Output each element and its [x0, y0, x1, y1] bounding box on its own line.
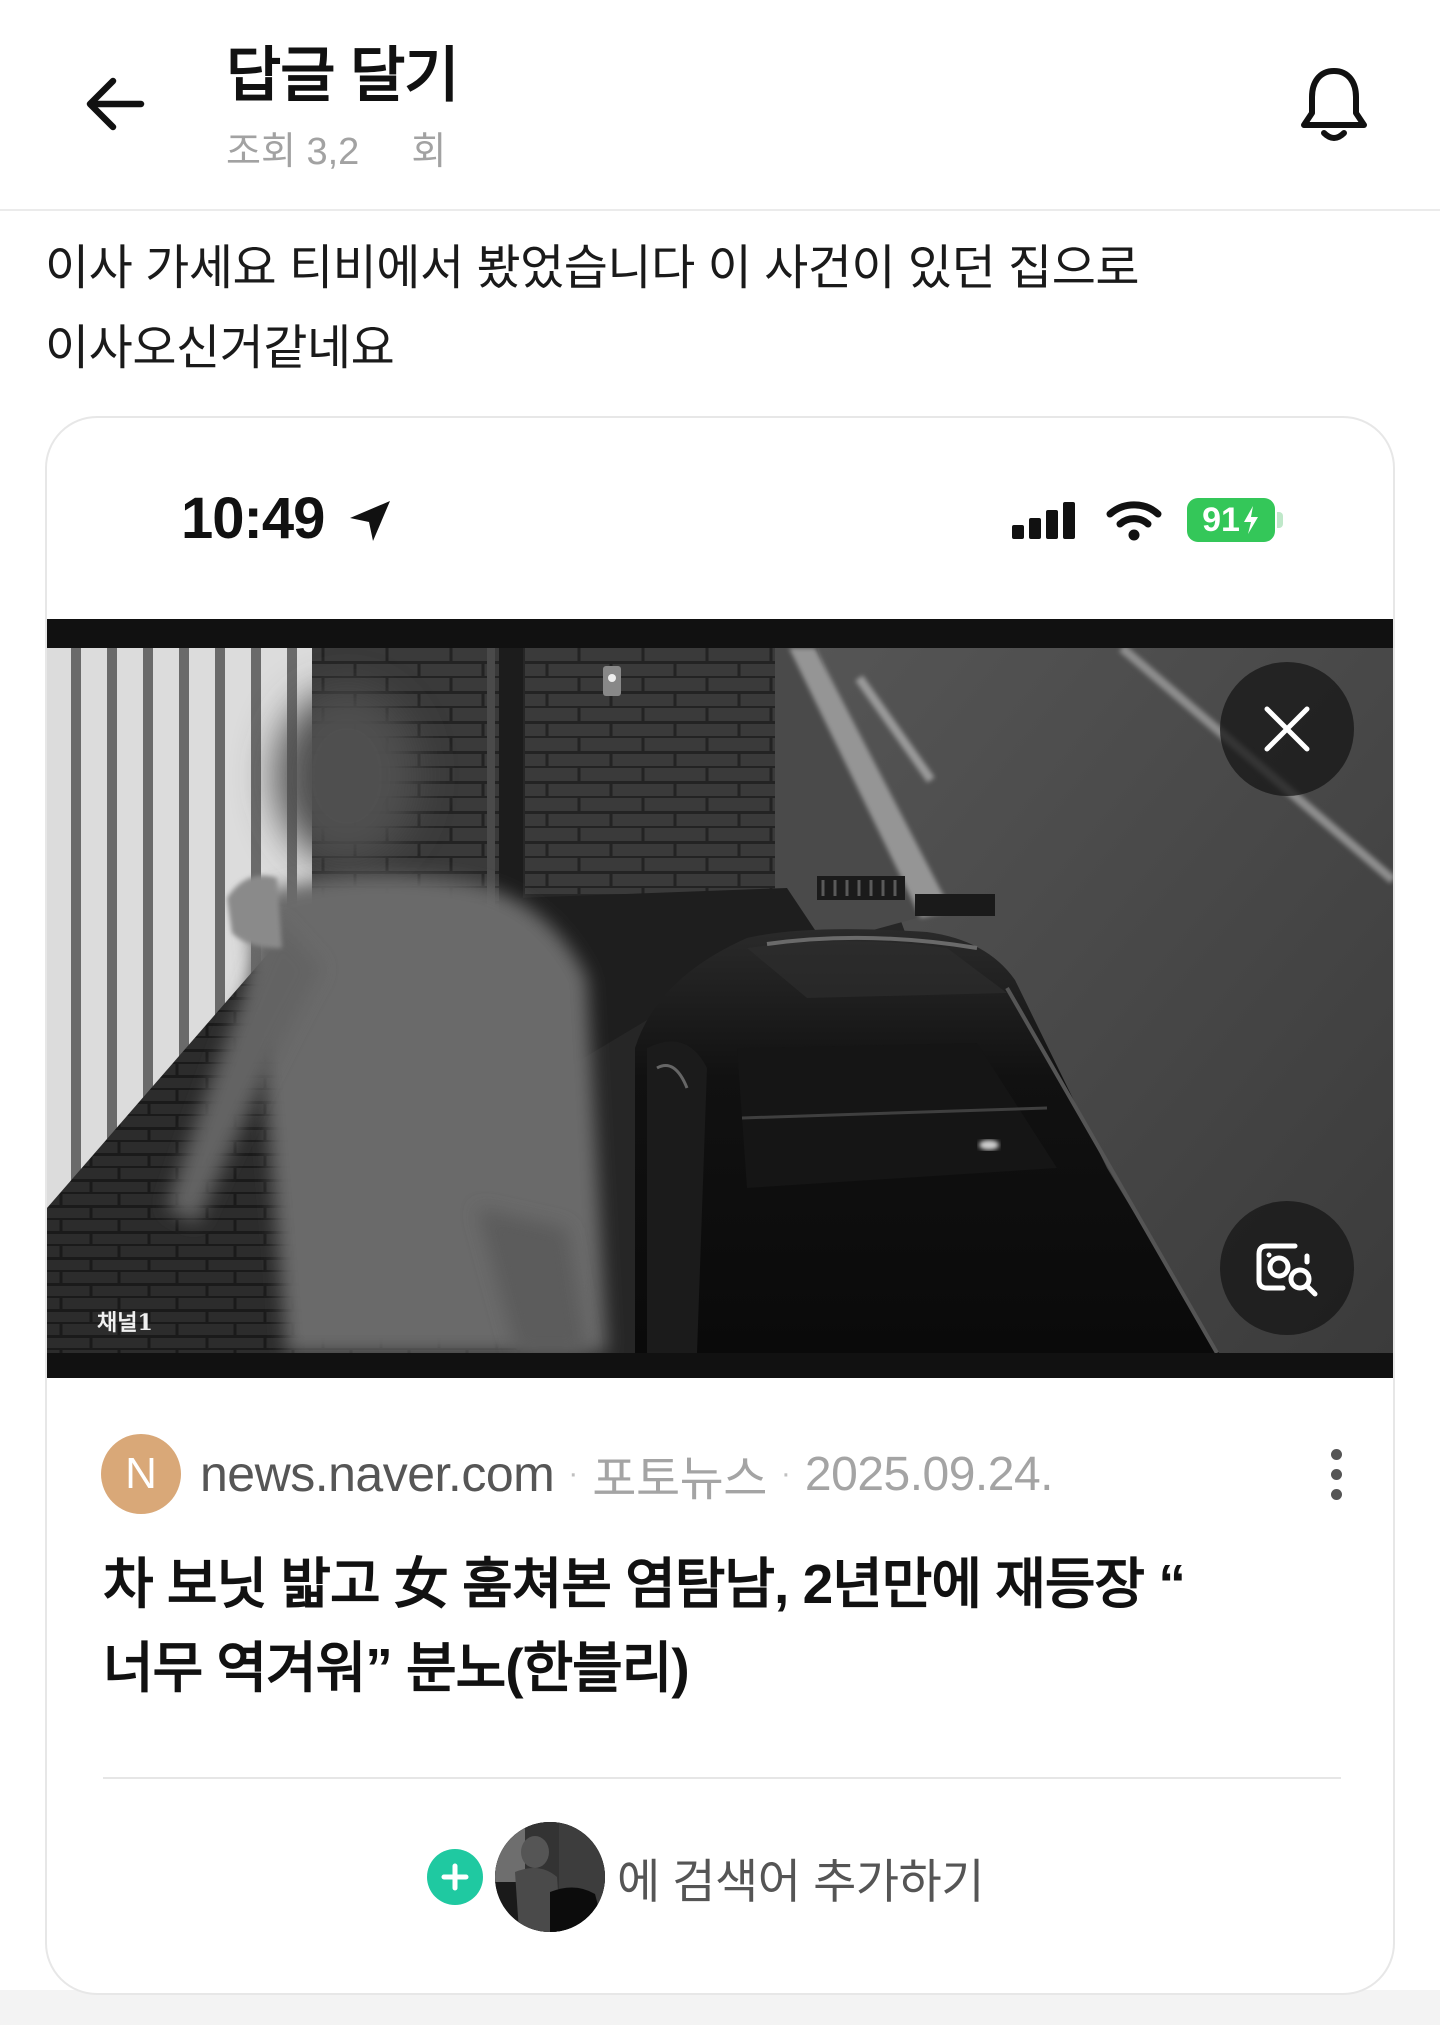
- source-avatar: N: [101, 1434, 181, 1514]
- signal-icon: [1012, 502, 1075, 539]
- separator-dot: ·: [780, 1457, 791, 1490]
- close-button[interactable]: [1220, 662, 1354, 796]
- header-divider: [0, 209, 1440, 211]
- comment-line: 이사오신거같네요: [45, 322, 395, 375]
- arrow-left-icon: [86, 77, 145, 131]
- location-arrow-icon: [350, 501, 390, 541]
- more-vertical-icon: [1330, 1448, 1342, 1460]
- source-info: news.naver.com · 포토뉴스 · 2025.09.24.: [200, 1446, 1054, 1506]
- headline-line: 차 보닛 밟고 女 훔쳐본 염탐남, 2년만에 재등장 “: [103, 1553, 1186, 1615]
- camera-channel-label: 채널1: [97, 1310, 153, 1336]
- view-count: 조회 3,2 회: [226, 129, 446, 175]
- more-vertical-icon: [1330, 1488, 1342, 1500]
- card-divider: [103, 1777, 1341, 1779]
- image-search-icon: [1256, 1243, 1318, 1297]
- close-icon: [1264, 706, 1310, 752]
- source-domain: news.naver.com: [200, 1446, 555, 1502]
- separator-dot: ·: [568, 1457, 579, 1490]
- add-search-term-button[interactable]: 에 검색어 추가하기: [427, 1820, 985, 1934]
- comment-line: 이사 가세요 티비에서 봤었습니다 이 사건이 있던 집으로: [45, 242, 1140, 295]
- view-count-suffix: 회: [411, 131, 447, 173]
- battery-level: 91: [1202, 500, 1240, 539]
- source-date: 2025.09.24.: [804, 1447, 1054, 1501]
- source-avatar-letter: N: [125, 1449, 157, 1498]
- search-thumbnail: [495, 1822, 605, 1932]
- battery-cap: [1277, 512, 1283, 528]
- wifi-icon: [1106, 501, 1162, 541]
- source-category: 포토뉴스: [592, 1453, 767, 1506]
- reply-comment-text: 이사 가세요 티비에서 봤었습니다 이 사건이 있던 집으로 이사오신거같네요: [45, 229, 1405, 389]
- charging-bolt-icon: [1243, 506, 1258, 534]
- battery-icon: 91: [1187, 498, 1275, 542]
- bell-icon: [1301, 68, 1367, 141]
- news-link-card[interactable]: 10:49 91 채널1 N news.naver.com · 포토뉴스 · 2…: [45, 416, 1395, 1995]
- back-button[interactable]: [72, 64, 156, 144]
- more-vertical-icon: [1330, 1468, 1342, 1480]
- image-search-button[interactable]: [1220, 1201, 1354, 1335]
- cctv-night-scene: [47, 648, 1393, 1353]
- more-options-button[interactable]: [1319, 1438, 1353, 1510]
- status-time: 10:49: [181, 486, 325, 551]
- headline-line: 너무 역겨워” 분노(한블리): [103, 1637, 690, 1699]
- bottom-background: [0, 1990, 1440, 2025]
- news-headline[interactable]: 차 보닛 밟고 女 훔쳐본 염탐남, 2년만에 재등장 “ 너무 역겨워” 분노…: [103, 1542, 1365, 1710]
- thumbnail-image: [495, 1822, 605, 1932]
- view-count-prefix: 조회 3,2: [226, 131, 360, 173]
- notification-button[interactable]: [1296, 62, 1372, 146]
- plus-circle-icon: [427, 1849, 483, 1905]
- page-title: 답글 달기: [226, 42, 459, 109]
- plus-icon: [441, 1863, 469, 1891]
- add-search-term-label: 에 검색어 추가하기: [617, 1854, 985, 1908]
- cctv-photo[interactable]: 채널1: [47, 619, 1393, 1378]
